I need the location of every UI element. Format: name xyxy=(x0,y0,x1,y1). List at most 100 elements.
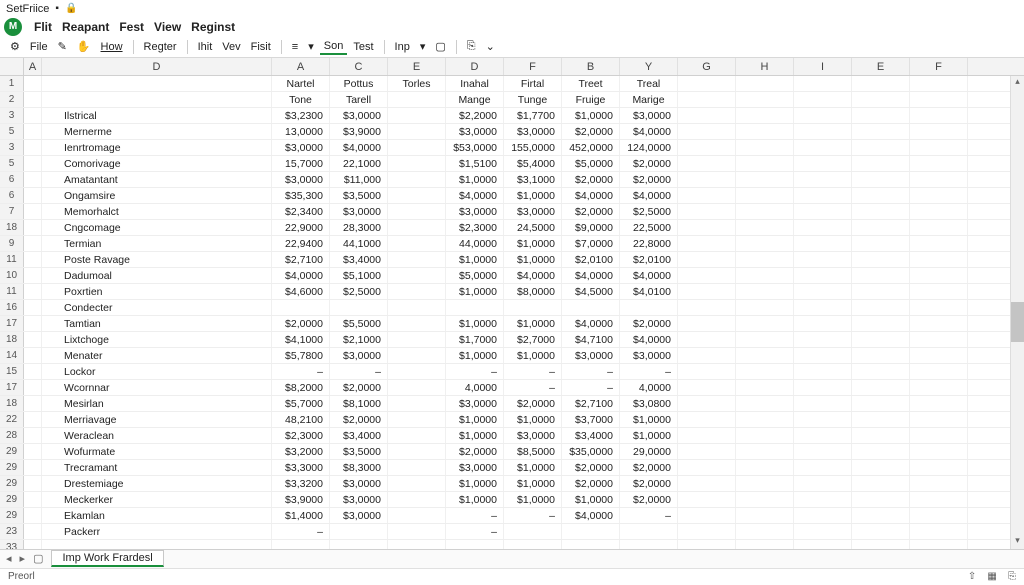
cell[interactable]: $3,4000 xyxy=(330,428,388,443)
cell[interactable] xyxy=(24,172,42,187)
cell[interactable] xyxy=(678,316,736,331)
cell[interactable] xyxy=(852,268,910,283)
cell[interactable] xyxy=(736,236,794,251)
cell[interactable] xyxy=(852,380,910,395)
cell[interactable]: $4,0100 xyxy=(620,284,678,299)
cell[interactable] xyxy=(388,188,446,203)
row-head[interactable]: 6 xyxy=(0,188,24,203)
cell[interactable] xyxy=(736,508,794,523)
cell[interactable] xyxy=(388,140,446,155)
cell[interactable] xyxy=(388,492,446,507)
cell[interactable] xyxy=(794,364,852,379)
cell[interactable] xyxy=(794,236,852,251)
cell[interactable] xyxy=(736,172,794,187)
cell[interactable]: 24,5000 xyxy=(504,220,562,235)
cell[interactable]: 15,7000 xyxy=(272,156,330,171)
cell[interactable] xyxy=(736,252,794,267)
cell[interactable]: $3,0000 xyxy=(272,140,330,155)
share-icon[interactable]: ⇧ xyxy=(968,571,976,582)
cell[interactable] xyxy=(794,396,852,411)
row-head[interactable]: 9 xyxy=(0,236,24,251)
row-label[interactable] xyxy=(42,540,272,549)
col-head-a[interactable]: A xyxy=(24,58,42,75)
cell[interactable] xyxy=(678,156,736,171)
row-head[interactable]: 14 xyxy=(0,348,24,363)
cell[interactable] xyxy=(388,508,446,523)
tb-ihit[interactable]: Ihit xyxy=(194,40,217,54)
cell[interactable] xyxy=(794,220,852,235)
tb-regter[interactable]: Regter xyxy=(140,40,181,54)
cell[interactable] xyxy=(388,92,446,107)
cell[interactable] xyxy=(678,284,736,299)
row-head[interactable]: 3 xyxy=(0,140,24,155)
row-head[interactable]: 18 xyxy=(0,220,24,235)
cell[interactable] xyxy=(388,444,446,459)
row-head[interactable]: 29 xyxy=(0,444,24,459)
row-head[interactable]: 18 xyxy=(0,396,24,411)
cell[interactable]: $3,0800 xyxy=(620,396,678,411)
cell[interactable]: $3,2000 xyxy=(272,444,330,459)
cell[interactable] xyxy=(794,108,852,123)
cell[interactable] xyxy=(678,476,736,491)
cell[interactable]: $9,0000 xyxy=(562,220,620,235)
cell[interactable]: $1,0000 xyxy=(620,428,678,443)
cell[interactable]: $1,0000 xyxy=(446,316,504,331)
cell[interactable] xyxy=(736,524,794,539)
cell[interactable] xyxy=(910,508,968,523)
cell[interactable]: $1,0000 xyxy=(446,428,504,443)
cell[interactable]: – xyxy=(446,524,504,539)
cell[interactable]: $5,0000 xyxy=(562,156,620,171)
cell[interactable] xyxy=(388,268,446,283)
cell[interactable]: $1,0000 xyxy=(504,460,562,475)
cell[interactable] xyxy=(910,396,968,411)
cell[interactable] xyxy=(794,124,852,139)
cell[interactable]: $2,0000 xyxy=(562,460,620,475)
tune-icon[interactable]: ⚙ xyxy=(6,39,24,54)
row-head[interactable]: 5 xyxy=(0,156,24,171)
cell[interactable] xyxy=(24,492,42,507)
cell[interactable] xyxy=(852,316,910,331)
cell[interactable]: – xyxy=(504,508,562,523)
cell[interactable]: $3,3000 xyxy=(272,460,330,475)
cell[interactable] xyxy=(24,540,42,549)
cell[interactable]: $1,5100 xyxy=(446,156,504,171)
row-head[interactable]: 16 xyxy=(0,300,24,315)
cell[interactable]: $2,5000 xyxy=(620,204,678,219)
cell[interactable]: $1,0000 xyxy=(446,348,504,363)
col-head[interactable]: F xyxy=(910,58,968,75)
cell[interactable] xyxy=(24,140,42,155)
cell[interactable] xyxy=(910,524,968,539)
cell[interactable] xyxy=(736,76,794,91)
cell[interactable]: $3,0000 xyxy=(504,204,562,219)
cell[interactable]: $3,9000 xyxy=(272,492,330,507)
cell[interactable]: Marige xyxy=(620,92,678,107)
cell[interactable] xyxy=(388,412,446,427)
cell[interactable]: $3,0000 xyxy=(446,460,504,475)
cell[interactable] xyxy=(504,524,562,539)
row-label[interactable]: Ekamlan xyxy=(42,508,272,523)
grid-body[interactable]: 1NartelPottusTorlesInahalFirtalTreetTrea… xyxy=(0,76,1024,549)
scroll-up-icon[interactable]: ▴ xyxy=(1011,76,1024,90)
cell[interactable]: Torles xyxy=(388,76,446,91)
cell[interactable]: $8,0000 xyxy=(504,284,562,299)
row-label[interactable]: Mesirlan xyxy=(42,396,272,411)
cell[interactable] xyxy=(910,348,968,363)
cell[interactable]: Mange xyxy=(446,92,504,107)
cell[interactable] xyxy=(852,300,910,315)
cell[interactable]: Firtal xyxy=(504,76,562,91)
row-head[interactable]: 22 xyxy=(0,412,24,427)
cell[interactable]: 44,1000 xyxy=(330,236,388,251)
cell[interactable]: Pottus xyxy=(330,76,388,91)
cell[interactable] xyxy=(794,380,852,395)
cell[interactable] xyxy=(678,188,736,203)
cell[interactable] xyxy=(24,220,42,235)
cell[interactable] xyxy=(852,252,910,267)
cell[interactable]: – xyxy=(504,364,562,379)
cell[interactable]: $2,0100 xyxy=(562,252,620,267)
cell[interactable] xyxy=(736,92,794,107)
cell[interactable]: $2,7100 xyxy=(272,252,330,267)
cell[interactable]: 22,1000 xyxy=(330,156,388,171)
box-icon[interactable]: ▢ xyxy=(431,39,449,54)
cell[interactable] xyxy=(852,348,910,363)
layout-icon[interactable]: ▦ xyxy=(987,571,996,582)
